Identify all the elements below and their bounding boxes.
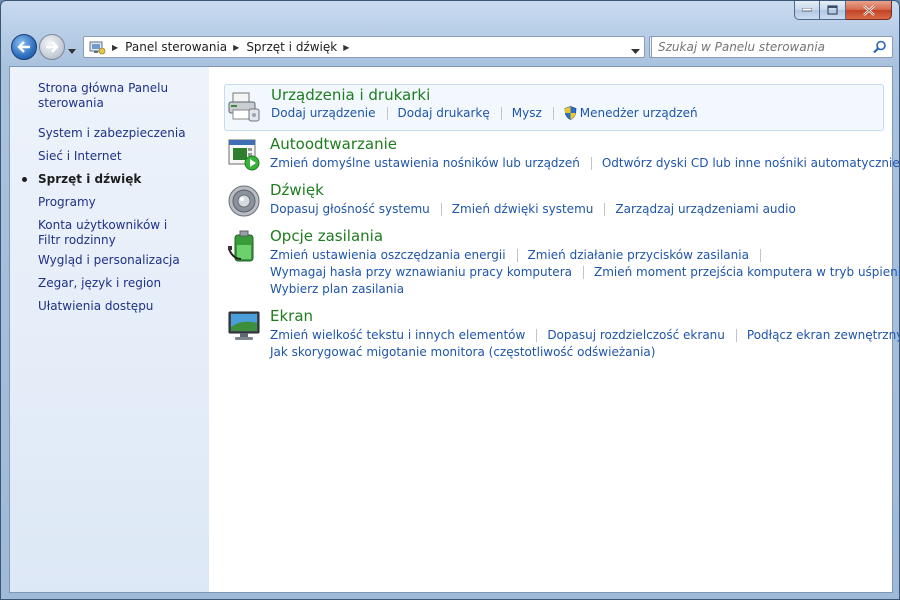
- category-title-display[interactable]: Ekran: [270, 307, 313, 325]
- link-separator: [552, 106, 554, 120]
- maximize-icon: [827, 5, 838, 15]
- link-mouse[interactable]: Mysz: [512, 106, 542, 120]
- uac-shield-icon: [564, 106, 577, 120]
- sidebar-item-ease-of-access[interactable]: Ułatwienia dostępu: [38, 299, 153, 314]
- breadcrumb-separator-icon[interactable]: ▶: [343, 43, 349, 52]
- link-separator: [536, 328, 538, 342]
- links-row-power-2: Wymagaj hasła przy wznawianiu pracy komp…: [270, 265, 900, 279]
- search-box: [651, 36, 893, 58]
- links-row-display-2: Jak skorygować migotanie monitora (częst…: [270, 345, 655, 359]
- minimize-icon: [802, 8, 812, 12]
- category-display: Ekran Zmień wielkość tekstu i innych ele…: [223, 307, 900, 364]
- links-row-autoplay: Zmień domyślne ustawienia nośników lub u…: [270, 156, 900, 170]
- control-panel-window: ▶ Panel sterowania ▶ Sprzęt i dźwięk ▶ S…: [0, 0, 900, 600]
- link-connect-external-display[interactable]: Podłącz ekran zewnętrzny: [747, 328, 900, 342]
- sidebar-item-hardware-sound[interactable]: Sprzęt i dźwięk: [38, 172, 141, 187]
- link-change-system-sounds[interactable]: Zmień dźwięki systemu: [452, 202, 594, 216]
- link-choose-power-plan[interactable]: Wybierz plan zasilania: [270, 282, 404, 296]
- recent-pages-dropdown[interactable]: [68, 43, 76, 57]
- address-bar[interactable]: ▶ Panel sterowania ▶ Sprzęt i dźwięk ▶: [83, 36, 645, 58]
- link-separator: [759, 248, 761, 262]
- link-add-printer[interactable]: Dodaj drukarkę: [398, 106, 490, 120]
- sidebar-item-clock-language[interactable]: Zegar, język i region: [38, 276, 161, 291]
- link-change-sleep-time[interactable]: Zmień moment przejścia komputera w tryb …: [594, 265, 900, 279]
- sidebar-item-appearance[interactable]: Wygląd i personalizacja: [38, 253, 180, 268]
- link-manage-audio-devices[interactable]: Zarządzaj urządzeniami audio: [615, 202, 795, 216]
- link-change-default-media[interactable]: Zmień domyślne ustawienia nośników lub u…: [270, 156, 580, 170]
- address-dropdown[interactable]: [631, 43, 640, 57]
- chevron-down-icon: [631, 49, 640, 54]
- category-title-power-options[interactable]: Opcje zasilania: [270, 227, 383, 245]
- close-icon: [862, 4, 875, 16]
- links-row-devices-printers: Dodaj urządzenie Dodaj drukarkę Mysz Men…: [271, 106, 698, 120]
- link-separator: [386, 106, 388, 120]
- back-arrow-icon: [17, 41, 30, 53]
- sidebar-item-programs[interactable]: Programy: [38, 195, 96, 210]
- link-separator: [735, 328, 737, 342]
- breadcrumb-separator-icon[interactable]: ▶: [233, 43, 239, 52]
- link-separator: [440, 202, 442, 216]
- link-require-password-wakeup[interactable]: Wymagaj hasła przy wznawianiu pracy komp…: [270, 265, 572, 279]
- caption-buttons: [794, 1, 892, 21]
- link-separator: [604, 202, 606, 216]
- links-row-power-1: Zmień ustawienia oszczędzania energii Zm…: [270, 248, 771, 262]
- link-change-text-size[interactable]: Zmień wielkość tekstu i innych elementów: [270, 328, 525, 342]
- category-autoplay: Autoodtwarzanie Zmień domyślne ustawieni…: [223, 135, 900, 176]
- monitor-icon: [228, 311, 260, 340]
- main-panel: Urządzenia i drukarki Dodaj urządzenie D…: [209, 67, 900, 592]
- link-change-power-buttons[interactable]: Zmień działanie przycisków zasilania: [528, 248, 749, 262]
- breadcrumb-panel-sterowania[interactable]: Panel sterowania: [125, 40, 227, 54]
- maximize-button[interactable]: [820, 1, 846, 20]
- printer-icon: [228, 92, 260, 122]
- category-devices-printers: Urządzenia i drukarki Dodaj urządzenie D…: [224, 84, 884, 131]
- link-separator: [590, 156, 592, 170]
- breadcrumb-separator-icon[interactable]: ▶: [112, 43, 118, 52]
- category-sound: Dźwięk Dopasuj głośność systemu Zmień dź…: [223, 181, 883, 222]
- category-power-options: Opcje zasilania Zmień ustawienia oszczęd…: [223, 227, 900, 298]
- sidebar-item-system-security[interactable]: System i zabezpieczenia: [38, 126, 186, 141]
- link-separator: [582, 265, 584, 279]
- sidebar-item-user-accounts[interactable]: Konta użytkowników i Filtr rodzinny: [38, 218, 188, 248]
- link-separator: [500, 106, 502, 120]
- links-row-display-1: Zmień wielkość tekstu i innych elementów…: [270, 328, 900, 342]
- chevron-down-icon: [68, 49, 76, 54]
- link-play-cd-automatically[interactable]: Odtwórz dyski CD lub inne nośniki automa…: [602, 156, 900, 170]
- link-fix-monitor-flicker[interactable]: Jak skorygować migotanie monitora (częst…: [270, 345, 655, 359]
- current-item-bullet-icon: [22, 177, 27, 182]
- navigation-bar: ▶ Panel sterowania ▶ Sprzęt i dźwięk ▶: [9, 32, 893, 62]
- search-input[interactable]: [652, 37, 862, 57]
- sidebar: Strona główna Panelu sterowania System i…: [10, 67, 209, 592]
- link-adjust-volume[interactable]: Dopasuj głośność systemu: [270, 202, 430, 216]
- autoplay-icon: [228, 139, 260, 171]
- category-title-autoplay[interactable]: Autoodtwarzanie: [270, 135, 397, 153]
- sidebar-item-network-internet[interactable]: Sieć i Internet: [38, 149, 122, 164]
- link-device-manager[interactable]: Menedżer urządzeń: [580, 106, 698, 120]
- breadcrumb-sprzet-i-dzwiek[interactable]: Sprzęt i dźwięk: [246, 40, 337, 54]
- minimize-button[interactable]: [794, 1, 820, 20]
- search-icon[interactable]: [873, 40, 887, 54]
- battery-icon: [228, 230, 254, 262]
- forward-arrow-icon: [46, 41, 59, 53]
- link-add-device[interactable]: Dodaj urządzenie: [271, 106, 376, 120]
- link-change-power-saving[interactable]: Zmień ustawienia oszczędzania energii: [270, 248, 506, 262]
- content-frame: Strona główna Panelu sterowania System i…: [9, 66, 900, 593]
- links-row-sound: Dopasuj głośność systemu Zmień dźwięki s…: [270, 202, 796, 216]
- forward-button[interactable]: [39, 34, 65, 60]
- back-button[interactable]: [11, 34, 37, 60]
- close-button[interactable]: [846, 1, 892, 20]
- category-title-sound[interactable]: Dźwięk: [270, 181, 324, 199]
- control-panel-icon: [89, 41, 106, 55]
- link-separator: [516, 248, 518, 262]
- link-adjust-resolution[interactable]: Dopasuj rozdzielczość ekranu: [547, 328, 725, 342]
- links-row-power-3: Wybierz plan zasilania: [270, 282, 404, 296]
- speaker-icon: [228, 185, 260, 217]
- sidebar-item-home[interactable]: Strona główna Panelu sterowania: [38, 81, 188, 111]
- category-title-devices-printers[interactable]: Urządzenia i drukarki: [271, 86, 430, 104]
